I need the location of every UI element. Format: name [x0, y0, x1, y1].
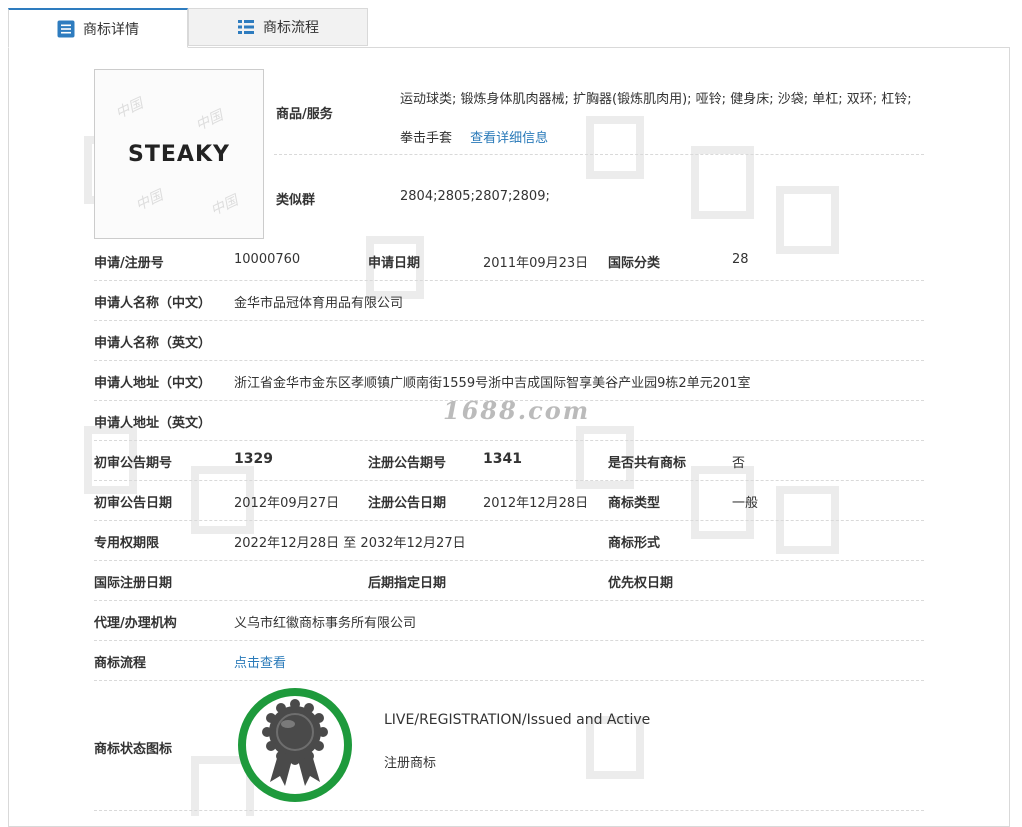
goods-list: 运动球类; 锻炼身体肌肉器械; 扩胸器(锻炼肌肉用); 哑铃; 健身床; 沙袋;… [400, 80, 922, 158]
apply-date-label: 申请日期 [368, 256, 421, 271]
divider [94, 480, 924, 481]
applicant-en-label: 申请人名称（英文） [94, 336, 212, 351]
reg-pub-no-label: 注册公告期号 [368, 456, 447, 471]
divider [94, 280, 924, 281]
flow-label: 商标流程 [94, 656, 147, 671]
shared-label: 是否共有商标 [608, 456, 687, 471]
status-label: 商标状态图标 [94, 742, 173, 757]
agent-value: 义乌市红徽商标事务所有限公司 [234, 616, 417, 631]
divider [94, 640, 924, 641]
trademark-logo: 中国 中国 中国 中国 STEAKY [94, 69, 264, 239]
prelim-date-value: 2012年09月27日 [234, 496, 340, 511]
shared-value: 否 [732, 456, 746, 471]
status-line-1: LIVE/REGISTRATION/Issued and Active [384, 712, 651, 728]
agent-label: 代理/办理机构 [94, 616, 177, 631]
view-details-link[interactable]: 查看详细信息 [470, 131, 548, 146]
similar-group-value: 2804;2805;2807;2809; [400, 189, 550, 204]
award-ribbon-icon [238, 688, 352, 802]
address-cn-label: 申请人地址（中文） [94, 376, 212, 391]
divider [94, 600, 924, 601]
divider [94, 440, 924, 441]
tab-label: 商标详情 [83, 21, 139, 38]
divider [94, 810, 924, 811]
flow-view-link[interactable]: 点击查看 [234, 652, 286, 671]
divider [94, 360, 924, 361]
address-en-label: 申请人地址（英文） [94, 416, 212, 431]
tab-trademark-details[interactable]: 商标详情 [8, 8, 188, 48]
divider [94, 680, 924, 681]
logo-wordmark: STEAKY [128, 141, 230, 167]
prelim-date-label: 初审公告日期 [94, 496, 173, 511]
intl-reg-date-label: 国际注册日期 [94, 576, 173, 591]
site-watermark: 1688.com [443, 396, 591, 425]
reg-pub-date-label: 注册公告日期 [368, 496, 447, 511]
similar-group-label: 类似群 [276, 193, 316, 208]
applicant-cn-value: 金华市品冠体育用品有限公司 [234, 296, 404, 311]
status-line-2: 注册商标 [384, 756, 437, 771]
reg-no-value: 10000760 [234, 252, 301, 267]
exclusive-label: 专用权期限 [94, 536, 160, 551]
divider [94, 520, 924, 521]
divider [94, 560, 924, 561]
reg-pub-no-value: 1341 [483, 451, 522, 467]
goods-label: 商品/服务 [276, 107, 333, 122]
prelim-no-label: 初审公告期号 [94, 456, 173, 471]
later-date-label: 后期指定日期 [368, 576, 447, 591]
tm-type-label: 商标类型 [608, 496, 661, 511]
intl-class-label: 国际分类 [608, 256, 661, 271]
tm-type-value: 一般 [732, 496, 759, 511]
address-cn-value: 浙江省金华市金东区孝顺镇广顺南街1559号浙中吉成国际智享美谷产业园9栋2单元2… [234, 376, 751, 391]
apply-date-value: 2011年09月23日 [483, 256, 589, 271]
priority-date-label: 优先权日期 [608, 576, 674, 591]
prelim-no-value: 1329 [234, 451, 273, 467]
exclusive-value: 2022年12月28日 至 2032年12月27日 [234, 536, 466, 551]
list-icon [57, 20, 75, 37]
reg-pub-date-value: 2012年12月28日 [483, 496, 589, 511]
reg-no-label: 申请/注册号 [94, 256, 164, 271]
intl-class-value: 28 [732, 252, 749, 267]
divider [94, 320, 924, 321]
tm-form-label: 商标形式 [608, 536, 661, 551]
applicant-cn-label: 申请人名称（中文） [94, 296, 212, 311]
